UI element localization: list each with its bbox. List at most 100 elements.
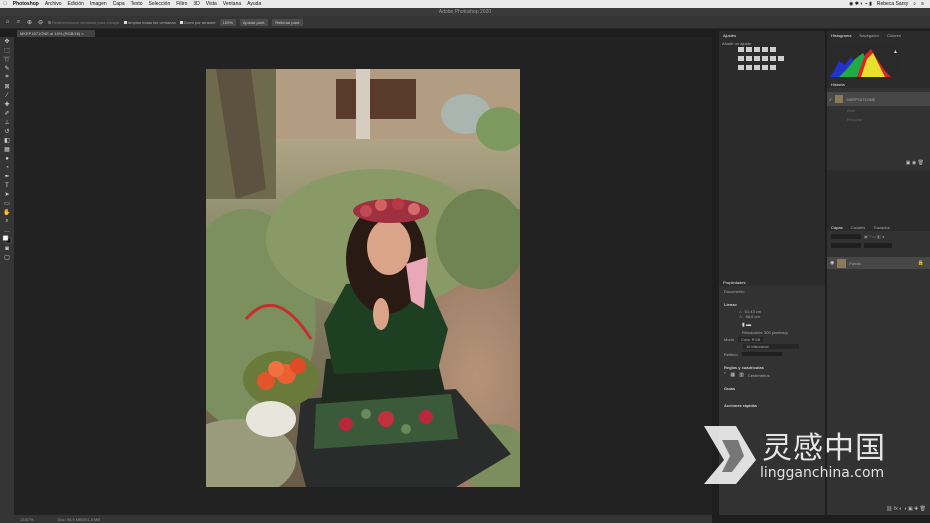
tab-navigator[interactable]: Navegador [859, 33, 879, 38]
scrubby-zoom-checkbox[interactable]: Zoom por arrastre [179, 20, 216, 25]
guides-icon[interactable]: ▥ [739, 372, 744, 378]
pen-tool-icon[interactable]: ✒ [0, 172, 14, 181]
opacity-field[interactable] [864, 243, 892, 248]
quick-actions-header[interactable]: Acciones rápidas [724, 403, 820, 408]
history-snapshot[interactable]: ✓ MKEP1671ONE [827, 92, 930, 106]
document-tab[interactable]: MKEP1671ONE al 14% (RGB/16) × [17, 30, 95, 37]
screen-mode-icon[interactable]: ▢ [0, 253, 14, 262]
history-step-crop[interactable]: Recortar [827, 115, 930, 124]
exposure-icon[interactable] [762, 47, 768, 52]
quick-mask-icon[interactable]: ◙ [0, 244, 14, 253]
zoom-tool-icon[interactable]: ⌕ [15, 19, 22, 26]
curves-icon[interactable] [754, 47, 760, 52]
tab-layers[interactable]: Capas [831, 225, 843, 230]
hand-tool-icon[interactable]: ✋ [0, 208, 14, 217]
hue-icon[interactable] [738, 56, 744, 61]
channel-mixer-icon[interactable] [770, 56, 776, 61]
resize-windows-checkbox[interactable]: Redimensionar ventanas para encajar [48, 20, 120, 25]
menu-archivo[interactable]: Archivo [42, 1, 65, 7]
tab-histogram[interactable]: Histograma [831, 33, 851, 38]
quick-select-tool-icon[interactable]: ✎ [0, 64, 14, 73]
move-tool-icon[interactable]: ✥ [0, 37, 14, 46]
gradient-tool-icon[interactable]: ▦ [0, 145, 14, 154]
bw-icon[interactable] [754, 56, 760, 61]
stamp-tool-icon[interactable]: ⊥ [0, 118, 14, 127]
zoom-out-icon[interactable]: ⊖ [37, 19, 44, 26]
menu-3d[interactable]: 3D [190, 1, 202, 7]
crop-tool-icon[interactable]: ⌗ [0, 73, 14, 82]
layer-lock-icon[interactable]: 🔒 [918, 260, 924, 266]
vibrance-icon[interactable] [770, 47, 776, 52]
document-image[interactable] [206, 69, 520, 487]
lasso-tool-icon[interactable]: ➰ [0, 55, 14, 64]
zoom-in-icon[interactable]: ⊕ [26, 19, 33, 26]
canvas-height[interactable]: 68,6 cm [746, 314, 760, 319]
posterize-icon[interactable] [746, 65, 752, 70]
zoom-all-checkbox[interactable]: Ampliar todas las ventanas [123, 20, 176, 25]
menu-edicion[interactable]: Edición [65, 1, 87, 7]
layer-visibility-icon[interactable]: ◉ [830, 260, 834, 266]
grid-icon[interactable]: ▦ [730, 372, 735, 378]
canvas-header[interactable]: Lienzo [724, 302, 820, 307]
selective-color-icon[interactable] [770, 65, 776, 70]
orientation-icons[interactable]: ▮ ▬ [742, 322, 820, 328]
doc-info[interactable]: Doc: 95,9 MB/201,5 MB [58, 517, 100, 522]
layer-filter-select[interactable] [831, 234, 861, 239]
eyedropper-tool-icon[interactable]: ⁄ [0, 91, 14, 100]
color-balance-icon[interactable] [746, 56, 752, 61]
rulers-unit[interactable]: Centímetros [748, 373, 770, 378]
dodge-tool-icon[interactable]: ◔ [0, 163, 14, 172]
zoom-tool-icon-side[interactable]: ⌕ [0, 217, 14, 226]
history-brush-icon[interactable]: ↺ [0, 127, 14, 136]
menu-vista[interactable]: Vista [203, 1, 220, 7]
apple-icon[interactable]:  [0, 1, 10, 7]
zoom-level[interactable]: 13.67% [20, 517, 34, 522]
menu-ayuda[interactable]: Ayuda [244, 1, 264, 7]
menu-app[interactable]: Photoshop [10, 1, 42, 7]
history-actions-icons[interactable]: ▣ ◉ 🗑 [906, 160, 924, 166]
healing-tool-icon[interactable]: ✚ [0, 100, 14, 109]
invert-icon[interactable] [738, 65, 744, 70]
color-swatches-icon[interactable] [0, 235, 14, 244]
home-icon[interactable]: ⌂ [4, 19, 11, 26]
fill-screen-button[interactable]: Rellenar pant. [272, 18, 304, 26]
brush-tool-icon[interactable]: ✐ [0, 109, 14, 118]
rulers-header[interactable]: Reglas y cuadrículas [724, 365, 820, 370]
brightness-icon[interactable] [738, 47, 744, 52]
search-icon[interactable]: ⌕ [913, 1, 916, 7]
blur-tool-icon[interactable]: ● [0, 154, 14, 163]
menu-list-icon[interactable]: ≡ [921, 1, 924, 7]
menu-imagen[interactable]: Imagen [87, 1, 110, 7]
ruler-icon[interactable]: ⌜ [724, 372, 726, 378]
path-select-icon[interactable]: ➤ [0, 190, 14, 199]
gradient-map-icon[interactable] [762, 65, 768, 70]
menu-seleccion[interactable]: Selección [146, 1, 174, 7]
levels-icon[interactable] [746, 47, 752, 52]
tab-channels[interactable]: Canales [851, 225, 866, 230]
mode-select[interactable]: Color RGB [738, 337, 764, 342]
eraser-tool-icon[interactable]: ◧ [0, 136, 14, 145]
marquee-tool-icon[interactable]: ⬚ [0, 46, 14, 55]
lookup-icon[interactable] [778, 56, 784, 61]
menu-capa[interactable]: Capa [110, 1, 128, 7]
warning-icon[interactable]: ▲ [893, 49, 898, 55]
blend-mode-select[interactable] [831, 243, 861, 248]
history-step-open[interactable]: Abrir [827, 106, 930, 115]
snapshot-check-icon[interactable]: ✓ [829, 97, 832, 102]
tab-colors[interactable]: Colores [887, 33, 901, 38]
status-icons[interactable]: ◉ ✱ ◐ ⌁ ▮ [849, 1, 872, 7]
threshold-icon[interactable] [754, 65, 760, 70]
layer-row-background[interactable]: ◉ Fondo 🔒 [827, 257, 930, 269]
tab-adjustments[interactable]: Ajustes [723, 33, 736, 38]
tab-history[interactable]: Historia [831, 82, 845, 87]
depth-select[interactable]: 16 bits/canal [743, 344, 799, 349]
more-tools-icon[interactable]: … [0, 226, 14, 235]
bg-select[interactable] [741, 352, 782, 356]
tab-paths[interactable]: Trazados [873, 225, 890, 230]
zoom-100-button[interactable]: 100% [219, 18, 236, 26]
type-tool-icon[interactable]: T [0, 181, 14, 190]
photo-filter-icon[interactable] [762, 56, 768, 61]
user-name[interactable]: Rebeca Sarsy [877, 1, 908, 7]
tab-properties[interactable]: Propiedades [723, 280, 745, 285]
menu-texto[interactable]: Texto [128, 1, 146, 7]
